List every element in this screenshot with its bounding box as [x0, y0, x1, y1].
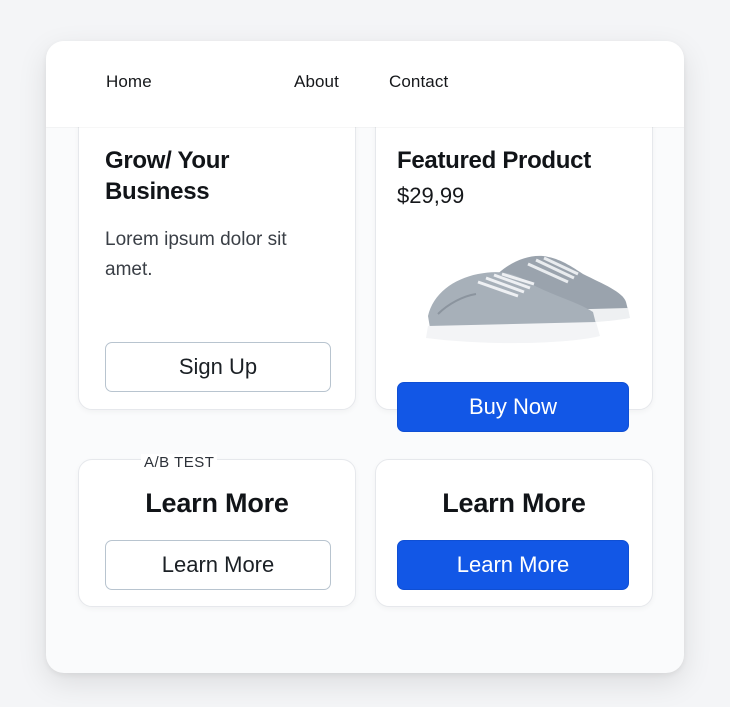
hero-title: Grow/ Your Business [105, 147, 230, 205]
buy-now-button[interactable]: Buy Now [397, 382, 629, 432]
sign-up-button[interactable]: Sign Up [105, 342, 331, 392]
sneakers-image [426, 255, 630, 344]
hero-card: Grow/ Your Business Lorem ipsum dolor si… [78, 113, 356, 410]
top-nav: Home About Contact [46, 41, 684, 127]
nav-contact-link[interactable]: Contact [389, 72, 448, 92]
learn-more-solid-button[interactable]: Learn More [397, 540, 629, 590]
page-frame: Home About Contact Grow/ Your Business L… [46, 41, 684, 673]
variant-a-card: A/B TEST Learn More Learn More [78, 454, 356, 607]
product-price: $29,99 [397, 183, 465, 208]
variant-a-title: Learn More [145, 488, 289, 518]
nav-about-link[interactable]: About [294, 72, 339, 92]
product-title: Featured Product [397, 147, 591, 174]
variant-b-title: Learn More [442, 488, 586, 518]
learn-more-outline-button[interactable]: Learn More [105, 540, 331, 590]
product-card: Featured Product $29,99 Buy Now [375, 113, 653, 432]
variant-b-card: Learn More Learn More [375, 459, 653, 607]
ab-test-label: A/B TEST [141, 454, 218, 471]
nav-home-link[interactable]: Home [106, 72, 152, 92]
hero-body-text: Lorem ipsum dolor sit amet. [105, 229, 287, 280]
